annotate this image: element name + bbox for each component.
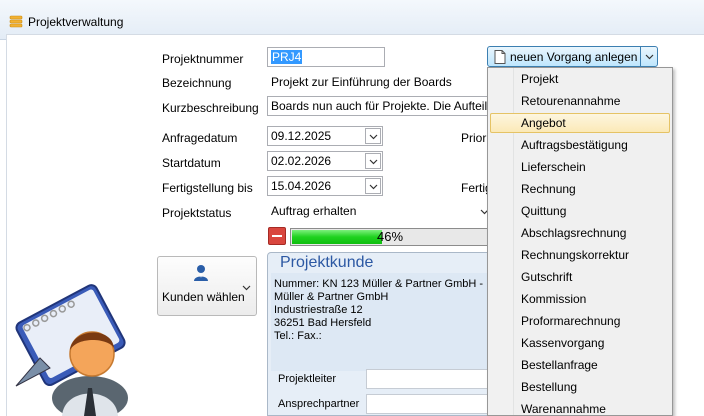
anfragedatum-picker[interactable]: 09.12.2025	[267, 126, 383, 146]
vorgang-menu: Projekt Retourenannahme Angebot Auftragsbes…	[487, 67, 673, 416]
remove-progress-button[interactable]	[268, 227, 286, 245]
projektleiter-input[interactable]	[366, 369, 493, 389]
kurzbeschreibung-label: Kurzbeschreibung	[162, 101, 259, 115]
menu-item-gutschrift[interactable]: Gutschrift	[490, 267, 670, 287]
progress-text: 46%	[376, 229, 404, 244]
projektkunde-header: Projektkunde	[280, 254, 374, 271]
menu-item-lieferschein[interactable]: Lieferschein	[490, 157, 670, 177]
kunden-waehlen-label: Kunden wählen	[162, 290, 245, 304]
progress-bar: 46%	[290, 228, 490, 246]
projektleiter-label: Projektleiter	[278, 373, 337, 385]
fertigstellung-value: 15.04.2026	[271, 179, 332, 193]
chevron-down-icon	[369, 159, 378, 165]
menu-item-quittung[interactable]: Quittung	[490, 201, 670, 221]
startdatum-label: Startdatum	[162, 156, 221, 170]
menu-item-rechnung[interactable]: Rechnung	[490, 179, 670, 199]
customer-addressbook-icon	[15, 284, 128, 416]
kunde-line: Tel.: Fax.:	[274, 330, 322, 342]
kunde-line: 36251 Bad Hersfeld	[274, 317, 372, 329]
projektstatus-value: Auftrag erhalten	[271, 204, 357, 218]
kunde-line: Nummer: KN 123 Müller & Partner GmbH - B…	[274, 278, 500, 290]
document-icon	[494, 50, 506, 64]
startdatum-value: 02.02.2026	[271, 154, 332, 168]
menu-item-rechnungskorrektur[interactable]: Rechnungskorrektur	[490, 245, 670, 265]
chevron-down-icon	[369, 184, 378, 190]
fertigstellung-label: Fertigstellung bis	[162, 181, 253, 195]
menu-item-bestellung[interactable]: Bestellung	[490, 377, 670, 397]
menu-item-abschlagsrechnung[interactable]: Abschlagsrechnung	[490, 223, 670, 243]
chevron-down-icon[interactable]	[645, 54, 654, 60]
fertigstellung-picker[interactable]: 15.04.2026	[267, 176, 383, 196]
menu-item-retourenannahme[interactable]: Retourenannahme	[490, 91, 670, 111]
neuer-vorgang-button[interactable]: neuen Vorgang anlegen	[487, 46, 658, 67]
kunden-waehlen-button[interactable]: Kunden wählen	[157, 256, 257, 316]
neuer-vorgang-label: neuen Vorgang anlegen	[510, 50, 638, 64]
anfragedatum-value: 09.12.2025	[271, 129, 332, 143]
menu-item-proformarechnung[interactable]: Proformarechnung	[490, 311, 670, 331]
chevron-down-icon	[369, 134, 378, 140]
stack-icon	[9, 15, 23, 28]
menu-item-auftragsbestätigung[interactable]: Auftragsbestätigung	[490, 135, 670, 155]
ansprechpartner-label: Ansprechpartner	[278, 398, 360, 410]
kurzbeschreibung-input[interactable]: Boards nun auch für Projekte. Die Auftei…	[267, 96, 489, 116]
anfragedatum-label: Anfragedatum	[162, 131, 238, 145]
bezeichnung-label: Bezeichnung	[162, 76, 232, 90]
menu-item-kommission[interactable]: Kommission	[490, 289, 670, 309]
projektstatus-label: Projektstatus	[162, 206, 232, 220]
menu-item-kassenvorgang[interactable]: Kassenvorgang	[490, 333, 670, 353]
split-separator	[640, 47, 641, 66]
menu-item-projekt[interactable]: Projekt	[490, 69, 670, 89]
user-icon	[194, 265, 208, 281]
projektnummer-value: PRJ4	[271, 50, 303, 64]
projektkunde-address: Nummer: KN 123 Müller & Partner GmbH - B…	[271, 273, 500, 371]
menu-item-bestellanfrage[interactable]: Bestellanfrage	[490, 355, 670, 375]
kunde-line: Industriestraße 12	[274, 304, 363, 316]
window-title: Projektverwaltung	[28, 15, 124, 29]
projektstatus-select[interactable]: Auftrag erhalten	[267, 201, 489, 221]
bezeichnung-input[interactable]: Projekt zur Einführung der Boards	[267, 72, 489, 92]
projektnummer-input[interactable]: PRJ4	[267, 47, 385, 67]
projektnummer-label: Projektnummer	[162, 52, 244, 66]
anfragedatum-dropdown[interactable]	[365, 128, 381, 144]
startdatum-dropdown[interactable]	[365, 153, 381, 169]
chevron-down-icon	[242, 285, 251, 291]
kunde-line: Müller & Partner GmbH	[274, 291, 389, 303]
menu-item-warenannahme[interactable]: Warenannahme	[490, 399, 670, 416]
projektkunde-panel: Projektkunde Nummer: KN 123 Müller & Par…	[267, 252, 500, 416]
startdatum-picker[interactable]: 02.02.2026	[267, 151, 383, 171]
menu-item-angebot[interactable]: Angebot	[490, 113, 670, 133]
fertigstellung-dropdown[interactable]	[365, 178, 381, 194]
ansprechpartner-input[interactable]	[366, 394, 493, 414]
